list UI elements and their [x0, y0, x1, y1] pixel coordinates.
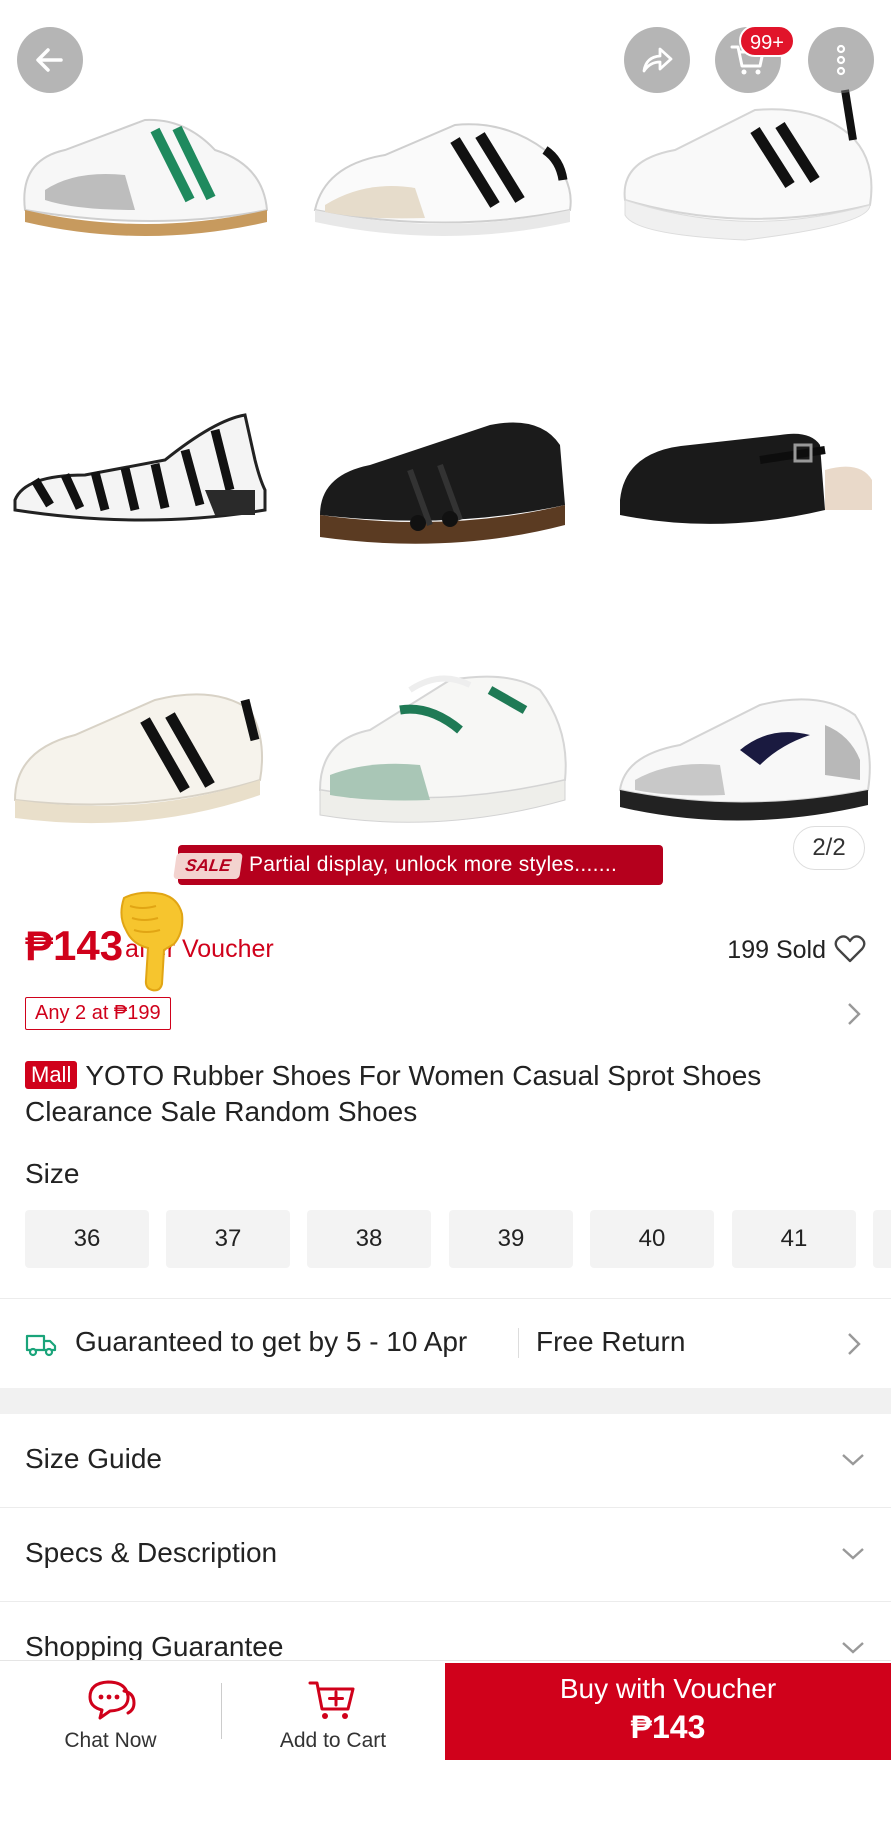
size-option-37[interactable]: 37 [166, 1210, 290, 1268]
sale-tag: SALE [173, 853, 243, 879]
pointing-hand-icon [120, 891, 184, 992]
home-indicator-area [0, 1760, 891, 1830]
delivery-row[interactable]: Guaranteed to get by 5 - 10 Apr Free Ret… [0, 1300, 891, 1388]
shoe-image-5 [310, 395, 580, 595]
sold-count: 199 Sold [727, 936, 826, 964]
back-button[interactable] [17, 27, 83, 93]
cart-count-badge: 99+ [739, 25, 795, 57]
separator [518, 1328, 519, 1358]
chevron-down-icon [842, 1548, 864, 1560]
share-button[interactable] [624, 27, 690, 93]
size-label: Size [25, 1158, 80, 1189]
buy-with-voucher-button[interactable]: Buy with Voucher ₱143 [445, 1663, 891, 1761]
size-option-39[interactable]: 39 [449, 1210, 573, 1268]
size-guide-row[interactable]: Size Guide [0, 1414, 891, 1507]
chevron-right-icon[interactable] [845, 1000, 863, 1028]
product-title-text: YOTO Rubber Shoes For Women Casual Sprot… [25, 1060, 762, 1127]
specs-description-label: Specs & Description [25, 1537, 278, 1568]
size-option-36[interactable]: 36 [25, 1210, 149, 1268]
chevron-down-icon [842, 1642, 864, 1654]
mall-badge: Mall [25, 1061, 78, 1089]
add-to-cart-label: Add to Cart [279, 1729, 387, 1752]
buy-button-label: Buy with Voucher [559, 1673, 777, 1704]
promo-tag[interactable]: Any 2 at ₱199 [25, 997, 171, 1030]
heart-icon[interactable] [834, 934, 866, 964]
chat-now-label: Chat Now [64, 1729, 157, 1752]
image-page-indicator: 2/2 [793, 826, 865, 870]
shoe-image-8 [310, 650, 580, 850]
size-option-more[interactable] [873, 1210, 891, 1268]
section-gap [0, 1388, 891, 1414]
delivery-guarantee-text: Guaranteed to get by 5 - 10 Apr [75, 1326, 468, 1357]
size-guide-label: Size Guide [25, 1443, 162, 1474]
more-options-button[interactable] [808, 27, 874, 93]
buy-button-price: ₱143 [630, 1709, 706, 1745]
chevron-down-icon [842, 1454, 864, 1466]
size-option-40[interactable]: 40 [590, 1210, 714, 1268]
specs-description-row[interactable]: Specs & Description [0, 1508, 891, 1601]
chat-now-button[interactable]: Chat Now [0, 1661, 221, 1761]
share-arrow-icon [642, 47, 673, 73]
size-options: 36 37 38 39 40 41 [25, 1210, 891, 1270]
chat-bubble-icon [88, 1680, 136, 1720]
product-title: Mall YOTO Rubber Shoes For Women Casual S… [25, 1058, 865, 1130]
chevron-right-icon [848, 1333, 861, 1355]
truck-icon [25, 1334, 57, 1357]
add-to-cart-button[interactable]: Add to Cart [222, 1661, 444, 1761]
sale-banner-text: Partial display, unlock more styles.....… [249, 853, 618, 876]
shoe-image-7 [5, 640, 275, 840]
add-to-cart-icon [308, 1681, 355, 1719]
free-return-text: Free Return [536, 1326, 686, 1357]
sale-banner: SALE Partial display, unlock more styles… [173, 845, 663, 885]
shoe-image-6 [610, 390, 880, 590]
shoe-image-4 [5, 380, 275, 580]
bottom-action-bar: Chat Now Add to Cart Buy with Voucher ₱1… [0, 1660, 891, 1761]
price: ₱143 [25, 922, 124, 969]
product-image-gallery[interactable]: 99+ 2/2 SALE Partial display, unlock mor… [0, 0, 891, 890]
shopping-guarantee-label: Shopping Guarantee [25, 1631, 284, 1662]
divider [0, 1298, 891, 1299]
arrow-left-icon [36, 48, 63, 72]
shoe-image-2 [305, 70, 575, 270]
size-option-41[interactable]: 41 [732, 1210, 856, 1268]
size-option-38[interactable]: 38 [307, 1210, 431, 1268]
vertical-dots-icon [836, 44, 846, 76]
